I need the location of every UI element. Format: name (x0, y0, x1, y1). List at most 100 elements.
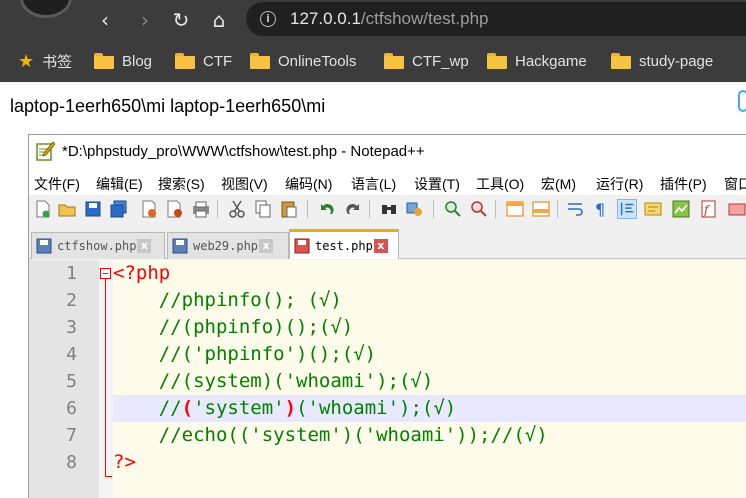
bookmark-label: CTF (203, 52, 233, 70)
close-all-icon[interactable] (165, 199, 185, 219)
forward-icon[interactable]: › (132, 8, 158, 32)
save-icon[interactable] (83, 199, 103, 219)
menu-search[interactable]: 搜索(S) (158, 174, 205, 194)
toolbar-separator (307, 200, 308, 218)
menu-tools[interactable]: 工具(O) (476, 174, 524, 194)
cut-icon[interactable] (227, 199, 247, 219)
tab-label: web29.php (193, 239, 259, 253)
saved-file-icon (36, 238, 52, 254)
save-all-icon[interactable] (109, 199, 129, 219)
new-file-icon[interactable] (33, 199, 53, 219)
star-icon: ★ (18, 50, 35, 72)
word-wrap-icon[interactable] (565, 199, 585, 219)
tab-label: test.php (315, 238, 373, 253)
line-number: 3 (66, 317, 77, 338)
menu-settings[interactable]: 设置(T) (414, 174, 460, 194)
url-host: 127.0.0.1 (290, 9, 361, 28)
sync-vertical-icon[interactable] (505, 199, 525, 219)
bookmark-folder-hackgame[interactable]: Hackgame (487, 40, 587, 82)
menu-plugins[interactable]: 插件(P) (660, 174, 707, 194)
unsaved-file-icon (294, 238, 310, 253)
line-number: 8 (66, 452, 77, 473)
code-line[interactable]: 3 //(phpinfo)();(√) (29, 314, 746, 341)
menu-view[interactable]: 视图(V) (221, 174, 268, 194)
browser-toolbar: ‹ › ↻ ⌂ i 127.0.0.1/ctfshow/test.php (0, 0, 746, 40)
document-map-icon[interactable] (671, 199, 691, 219)
back-icon[interactable]: ‹ (92, 8, 118, 32)
window-titlebar[interactable]: *D:\phpstudy_pro\WWW\ctfshow\test.php - … (29, 135, 746, 169)
tab-test-php[interactable]: test.php x (289, 229, 399, 259)
redo-icon[interactable] (343, 199, 363, 219)
line-number: 1 (66, 263, 77, 284)
tab-ctfshow-php[interactable]: ctfshow.php x (31, 232, 165, 259)
zoom-in-icon[interactable] (443, 199, 463, 219)
code-line[interactable]: 7 //echo(('system')('whoami'));//(√) (29, 422, 746, 449)
notepad-logo-icon (36, 141, 56, 161)
undo-icon[interactable] (317, 199, 337, 219)
bookmark-folder-blog[interactable]: Blog (94, 40, 152, 82)
code-line[interactable]: 1 <?php (29, 260, 746, 287)
menu-edit[interactable]: 编辑(E) (96, 174, 143, 194)
replace-icon[interactable] (405, 199, 425, 219)
extension-icon[interactable] (738, 90, 746, 112)
folder-icon (384, 53, 404, 69)
site-info-icon[interactable]: i (260, 11, 276, 27)
paste-icon[interactable] (279, 199, 299, 219)
code-editor[interactable]: 1 <?php 2 //phpinfo(); (√) 3 //(phpinfo)… (29, 260, 746, 498)
address-bar[interactable]: i 127.0.0.1/ctfshow/test.php (246, 2, 746, 36)
file-tabs: ctfshow.php x web29.php x test.php x (29, 227, 746, 259)
code-line[interactable]: 5 //(system)('whoami');(√) (29, 368, 746, 395)
tab-label: ctfshow.php (57, 239, 137, 253)
line-number: 4 (66, 344, 77, 365)
home-icon[interactable]: ⌂ (206, 8, 232, 32)
open-file-icon[interactable] (57, 199, 77, 219)
folder-icon (94, 53, 114, 69)
php-close-tag: ?> (113, 451, 136, 473)
code-line[interactable]: 2 //phpinfo(); (√) (29, 287, 746, 314)
code-comment: //('phpinfo')();(√) (113, 343, 377, 365)
user-language-icon[interactable] (643, 199, 663, 219)
tab-web29-php[interactable]: web29.php x (167, 232, 289, 259)
bookmark-label: OnlineTools (278, 52, 357, 70)
menu-encoding[interactable]: 编码(N) (285, 174, 332, 194)
zoom-out-icon[interactable] (469, 199, 489, 219)
notepad-window: *D:\phpstudy_pro\WWW\ctfshow\test.php - … (28, 134, 746, 498)
close-file-icon[interactable] (139, 199, 159, 219)
tab-close-icon[interactable]: x (259, 239, 274, 253)
find-icon[interactable] (379, 199, 399, 219)
menu-window[interactable]: 窗口 (724, 174, 746, 194)
code-line[interactable]: 8 ?> (29, 449, 746, 476)
folder-workspace-icon[interactable] (727, 199, 746, 219)
brace-match-close: ) (284, 397, 297, 419)
comment-suffix: ('whoami');(√) (296, 397, 457, 419)
menu-file[interactable]: 文件(F) (34, 174, 80, 194)
reload-icon[interactable]: ↻ (168, 8, 194, 32)
profile-avatar[interactable] (20, 0, 72, 18)
tab-close-icon[interactable]: x (137, 239, 152, 253)
menu-language[interactable]: 语言(L) (351, 174, 396, 194)
tab-close-icon[interactable]: x (373, 238, 388, 253)
bookmark-folder-onlinetools[interactable]: OnlineTools (250, 40, 356, 82)
line-number: 6 (66, 398, 77, 419)
svg-text:¶: ¶ (595, 200, 605, 219)
print-icon[interactable] (191, 199, 211, 219)
bookmark-star[interactable]: ★ 书签 (18, 40, 72, 82)
php-open-tag: <?php (113, 262, 171, 284)
indent-guide-button[interactable] (617, 199, 637, 219)
bookmark-folder-study-page[interactable]: study-page (611, 40, 713, 82)
indent-guide-icon (620, 202, 634, 216)
function-list-icon[interactable]: f (699, 199, 719, 219)
code-line[interactable]: 4 //('phpinfo')();(√) (29, 341, 746, 368)
copy-icon[interactable] (253, 199, 273, 219)
menu-macro[interactable]: 宏(M) (541, 174, 576, 194)
fold-toggle-icon[interactable] (100, 268, 111, 279)
current-code-line[interactable]: 6 //('system')('whoami');(√) (29, 395, 746, 422)
bookmark-folder-ctf[interactable]: CTF (175, 40, 232, 82)
bookmark-folder-ctf-wp[interactable]: CTF_wp (384, 40, 469, 82)
menu-bar: 文件(F) 编辑(E) 搜索(S) 视图(V) 编码(N) 语言(L) 设置(T… (29, 169, 746, 195)
url-text[interactable]: 127.0.0.1/ctfshow/test.php (290, 9, 488, 29)
folder-icon (250, 53, 270, 69)
menu-run[interactable]: 运行(R) (596, 174, 643, 194)
sync-horizontal-icon[interactable] (531, 199, 551, 219)
show-all-chars-icon[interactable]: ¶ (591, 199, 611, 219)
